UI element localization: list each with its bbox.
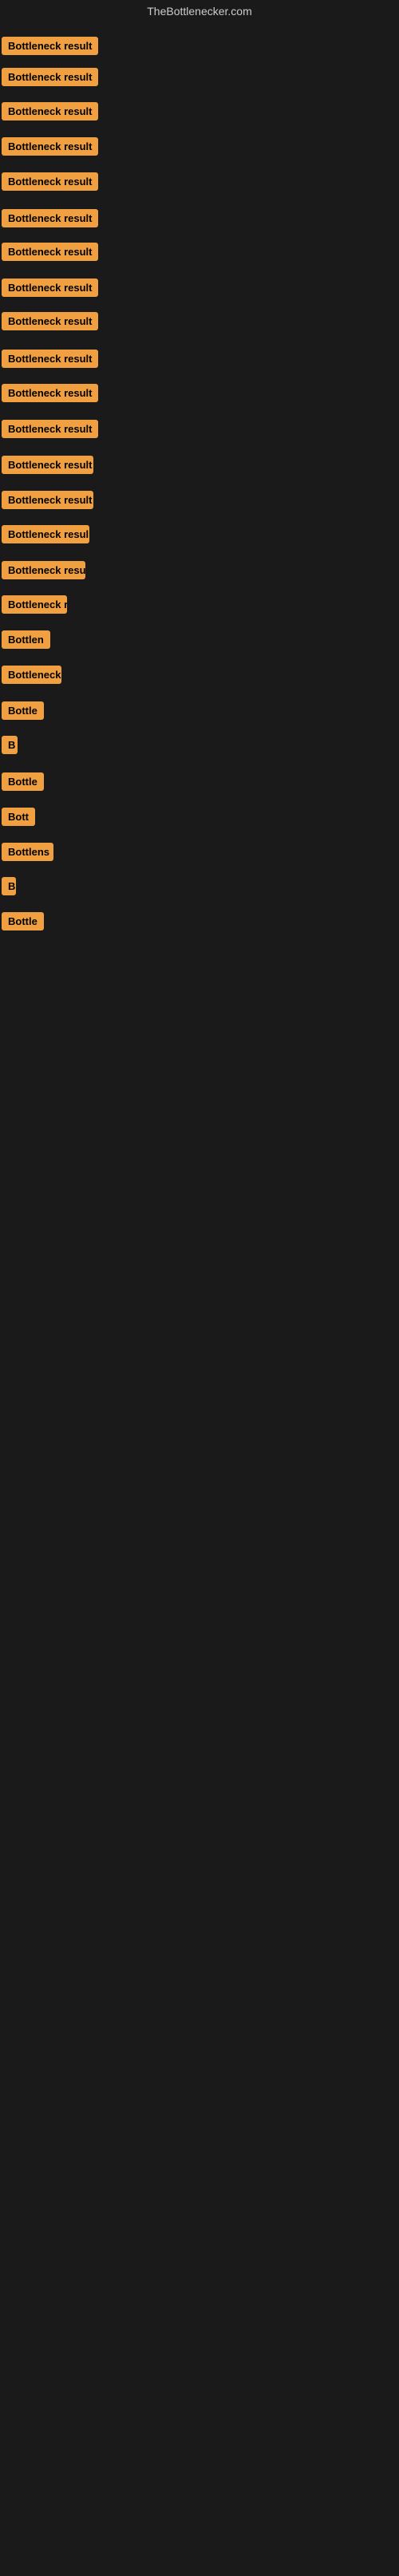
site-title: TheBottlenecker.com: [0, 0, 399, 22]
bottleneck-badge-20[interactable]: Bottle: [2, 701, 44, 720]
bottleneck-badge-6[interactable]: Bottleneck result: [2, 209, 98, 227]
bottleneck-badge-22[interactable]: Bottle: [2, 772, 44, 791]
bottleneck-badge-21[interactable]: B: [2, 736, 18, 754]
bottleneck-badge-9[interactable]: Bottleneck result: [2, 312, 98, 330]
bottleneck-badge-15[interactable]: Bottleneck resul: [2, 525, 89, 543]
bottleneck-badge-16[interactable]: Bottleneck resu: [2, 561, 85, 579]
bottleneck-badge-1[interactable]: Bottleneck result: [2, 37, 98, 55]
bottleneck-badge-5[interactable]: Bottleneck result: [2, 172, 98, 191]
bottleneck-badge-11[interactable]: Bottleneck result: [2, 384, 98, 402]
bottleneck-badge-19[interactable]: Bottleneck: [2, 666, 61, 684]
bottleneck-badge-10[interactable]: Bottleneck result: [2, 350, 98, 368]
bottleneck-badge-17[interactable]: Bottleneck r: [2, 595, 67, 614]
bottleneck-badge-26[interactable]: Bottle: [2, 912, 44, 930]
bottleneck-badge-4[interactable]: Bottleneck result: [2, 137, 98, 156]
bottleneck-badge-12[interactable]: Bottleneck result: [2, 420, 98, 438]
bottleneck-badge-8[interactable]: Bottleneck result: [2, 279, 98, 297]
bottleneck-badge-24[interactable]: Bottlens: [2, 843, 53, 861]
bottleneck-badge-3[interactable]: Bottleneck result: [2, 102, 98, 121]
page-wrapper: TheBottlenecker.com Bottleneck resultBot…: [0, 0, 399, 2576]
badges-container: Bottleneck result Bottleneck result Bottle…: [0, 22, 399, 2576]
bottleneck-badge-2[interactable]: Bottleneck result: [2, 68, 98, 86]
bottleneck-badge-13[interactable]: Bottleneck result: [2, 456, 93, 474]
bottleneck-badge-23[interactable]: Bott: [2, 808, 35, 826]
bottleneck-badge-18[interactable]: Bottlen: [2, 630, 50, 649]
bottleneck-badge-25[interactable]: B: [2, 877, 16, 895]
bottleneck-badge-14[interactable]: Bottleneck result: [2, 491, 93, 509]
bottleneck-badge-7[interactable]: Bottleneck result: [2, 243, 98, 261]
